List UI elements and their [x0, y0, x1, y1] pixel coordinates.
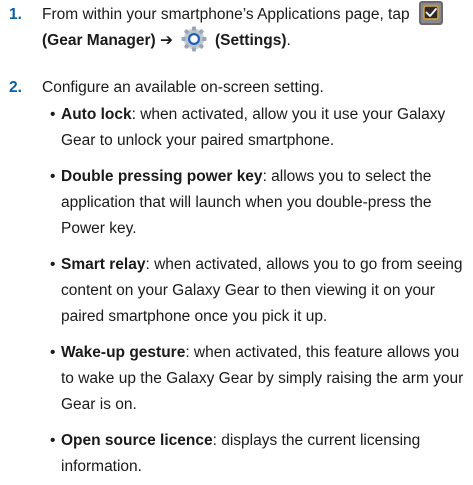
setting-smart-relay: • Smart relay: when activated, allows yo…: [50, 252, 465, 330]
bullet-icon: •: [50, 106, 56, 123]
setting-open-source-licence: • Open source licence: displays the curr…: [50, 428, 465, 480]
step-1-body: From within your smartphone’s Applicatio…: [42, 0, 467, 54]
setting-auto-lock: • Auto lock: when activated, allow you i…: [50, 102, 465, 154]
setting-wake-up-gesture: • Wake-up gesture: when activated, this …: [50, 340, 465, 418]
bullet-icon: •: [50, 168, 56, 185]
gear-manager-app-icon: [416, 0, 446, 26]
setting-term: Double pressing power key: [61, 168, 263, 185]
step-1: 1. From within your smartphone’s Applica…: [0, 0, 467, 54]
step-1-period: .: [286, 32, 291, 50]
step-number: 1.: [9, 6, 22, 23]
setting-term: Smart relay: [61, 256, 146, 273]
setting-term: Auto lock: [61, 106, 132, 123]
bullet-icon: •: [50, 432, 56, 449]
arrow-right-icon: ➔: [160, 32, 174, 50]
bullet-icon: •: [50, 256, 56, 273]
settings-gear-icon: [179, 26, 209, 52]
setting-double-pressing-power-key: • Double pressing power key: allows you …: [50, 164, 465, 242]
step-2-text: Configure an available on-screen setting…: [42, 79, 324, 96]
gear-manager-label: (Gear Manager): [42, 32, 156, 50]
settings-label: (Settings): [215, 32, 287, 50]
setting-term: Wake-up gesture: [61, 344, 186, 361]
setting-term: Open source licence: [61, 432, 213, 449]
step-2: 2. Configure an available on-screen sett…: [0, 75, 467, 101]
step-1-text: From within your smartphone’s Applicatio…: [42, 6, 410, 24]
step-number: 2.: [9, 79, 22, 96]
bullet-icon: •: [50, 344, 56, 361]
